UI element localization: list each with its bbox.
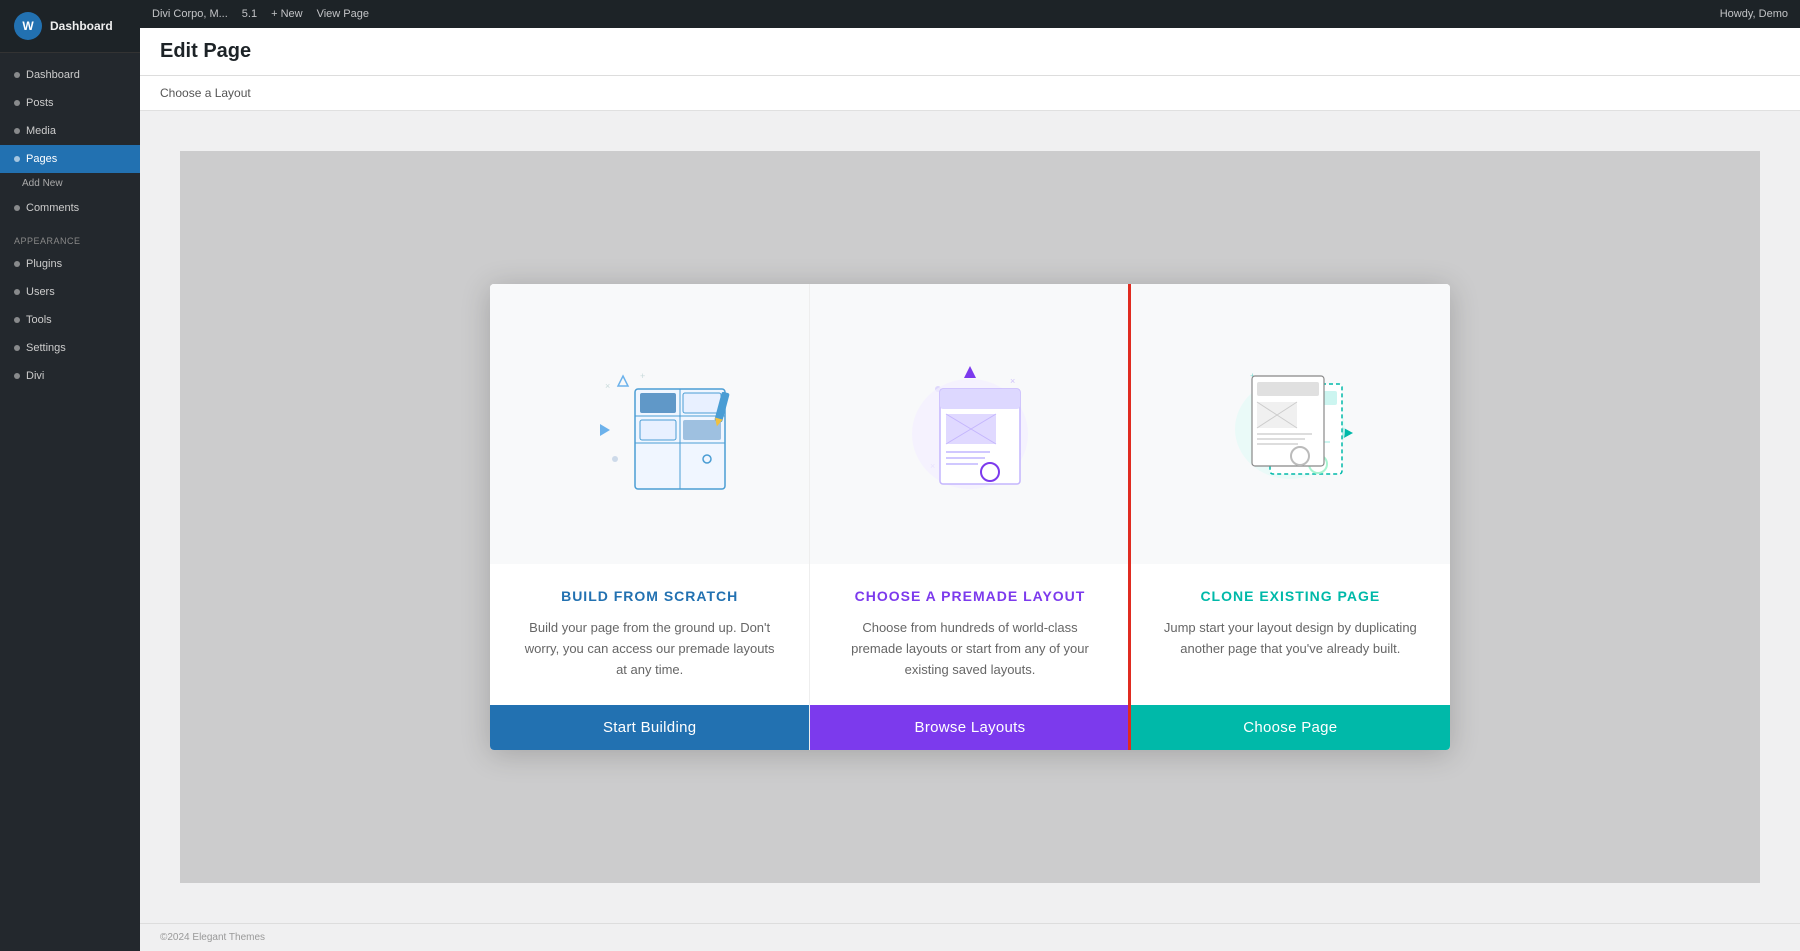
browse-layouts-button[interactable]: Browse Layouts — [810, 705, 1129, 750]
svg-text:×: × — [1010, 376, 1015, 386]
svg-text:×: × — [605, 381, 610, 391]
card-desc-scratch: Build your page from the ground up. Don'… — [518, 618, 781, 680]
sidebar-item-plugins[interactable]: Plugins — [0, 250, 140, 278]
sidebar-item-label: Plugins — [26, 258, 62, 270]
cards-container: + × × — [490, 284, 1450, 749]
card-desc-clone: Jump start your layout design by duplica… — [1159, 618, 1422, 660]
sub-nav-layout[interactable]: Choose a Layout — [160, 82, 251, 104]
sidebar-item-label: Posts — [26, 97, 54, 109]
svg-text:+: + — [640, 371, 645, 381]
wp-logo-icon: W — [14, 12, 42, 40]
sidebar-item-add-new[interactable]: Add New — [0, 173, 140, 194]
footer-text: ©2024 Elegant Themes — [160, 932, 265, 943]
main-content: Divi Corpo, M... 5.1 + New View Page How… — [140, 0, 1800, 951]
modal-overlay: + × × — [180, 151, 1760, 883]
card-body-clone: CLONE EXISTING PAGE Jump start your layo… — [1131, 564, 1450, 704]
sidebar-item-pages[interactable]: Pages — [0, 145, 140, 173]
page-header: Edit Page — [140, 28, 1800, 76]
sidebar-item-label: Media — [26, 125, 56, 137]
card-illustration-clone: × + — [1131, 284, 1450, 564]
card-illustration-layout: × × — [810, 284, 1129, 564]
card-title-clone: CLONE EXISTING PAGE — [1159, 588, 1422, 604]
sidebar-item-posts[interactable]: Posts — [0, 89, 140, 117]
option-card-layout: × × — [810, 284, 1130, 749]
admin-bar-site[interactable]: Divi Corpo, M... — [152, 8, 228, 20]
sub-nav: Choose a Layout — [140, 76, 1800, 111]
admin-bar-user[interactable]: Howdy, Demo — [1720, 8, 1788, 20]
sidebar-item-label: Tools — [26, 314, 52, 326]
sidebar-nav: Dashboard Posts Media Pages Add New Comm… — [0, 53, 140, 951]
sidebar-item-settings[interactable]: Settings — [0, 334, 140, 362]
start-building-button[interactable]: Start Building — [490, 705, 809, 750]
footer: ©2024 Elegant Themes — [140, 923, 1800, 951]
sidebar-item-dashboard[interactable]: Dashboard — [0, 61, 140, 89]
content-area: + × × — [140, 111, 1800, 923]
sidebar-item-label: Divi — [26, 370, 44, 382]
sidebar-item-media[interactable]: Media — [0, 117, 140, 145]
card-illustration-scratch: + × × — [490, 284, 809, 564]
sidebar-item-label: Settings — [26, 342, 66, 354]
sidebar: W Dashboard Dashboard Posts Media Pages … — [0, 0, 140, 951]
sidebar-logo: W Dashboard — [0, 0, 140, 53]
sidebar-item-label: Pages — [26, 153, 57, 165]
option-card-clone: × + — [1128, 284, 1450, 749]
admin-bar: Divi Corpo, M... 5.1 + New View Page How… — [140, 0, 1800, 28]
sidebar-item-comments[interactable]: Comments — [0, 194, 140, 222]
sidebar-item-users[interactable]: Users — [0, 278, 140, 306]
card-title-layout: CHOOSE A PREMADE LAYOUT — [838, 588, 1101, 604]
sidebar-item-divi[interactable]: Divi — [0, 362, 140, 390]
card-body-scratch: BUILD FROM SCRATCH Build your page from … — [490, 564, 809, 704]
card-body-layout: CHOOSE A PREMADE LAYOUT Choose from hund… — [810, 564, 1129, 704]
choose-page-button[interactable]: Choose Page — [1131, 705, 1450, 750]
admin-bar-version: 5.1 — [242, 8, 257, 20]
sidebar-section-appearance: Appearance — [0, 222, 140, 250]
admin-bar-new[interactable]: + New — [271, 8, 303, 20]
sidebar-item-tools[interactable]: Tools — [0, 306, 140, 334]
sidebar-logo-text: Dashboard — [50, 19, 113, 33]
admin-bar-view[interactable]: View Page — [317, 8, 369, 20]
sidebar-item-label: Dashboard — [26, 69, 80, 81]
page-title: Edit Page — [160, 40, 251, 63]
card-title-scratch: BUILD FROM SCRATCH — [518, 588, 781, 604]
option-card-scratch: + × × — [490, 284, 810, 749]
sidebar-item-label: Users — [26, 286, 55, 298]
sidebar-item-label: Comments — [26, 202, 79, 214]
card-desc-layout: Choose from hundreds of world-class prem… — [838, 618, 1101, 680]
